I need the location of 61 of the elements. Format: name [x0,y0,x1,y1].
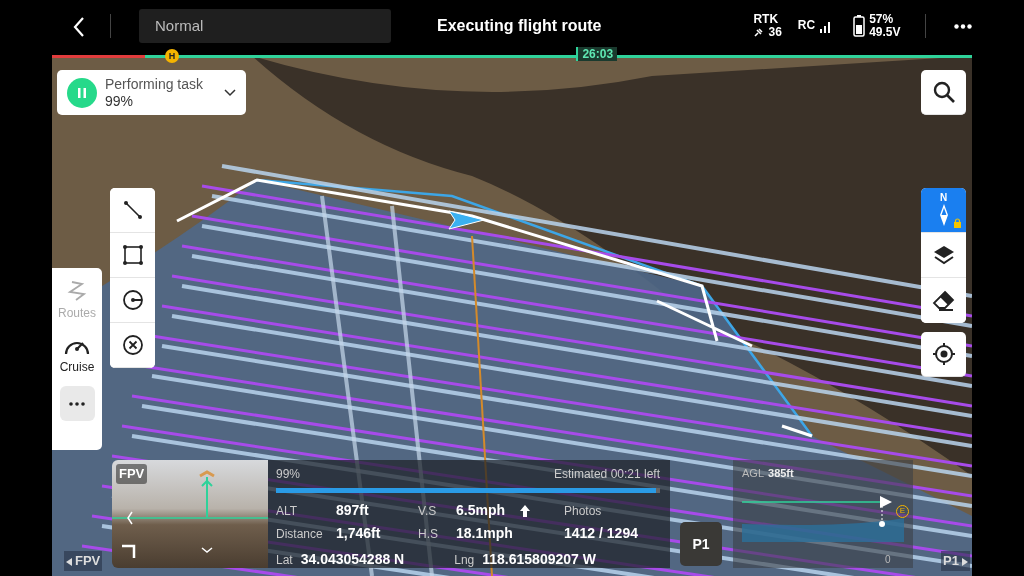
fpv-video-feed[interactable]: FPV [112,460,268,568]
circle-tool-icon[interactable] [120,288,145,312]
signal-icon [819,20,832,33]
more-icon[interactable] [953,24,972,30]
eraser-icon[interactable] [931,289,956,312]
locate-button[interactable] [921,332,966,377]
compass-needle-icon [938,203,949,227]
search-button[interactable] [921,70,966,115]
triangle-marker-icon [66,557,72,566]
up-arrow-icon [519,503,531,518]
stat-value: 18.1mph [456,524,513,543]
progress-percent: 99% [276,466,301,483]
battery-percent: 57% [869,12,895,26]
satellite-icon [753,27,765,39]
more-icon[interactable] [69,401,85,406]
locate-icon[interactable] [931,342,956,366]
toolbar-tab[interactable]: Cruise [59,334,95,376]
latitude-value: 34.043054288 N [300,550,405,569]
search-icon[interactable] [931,80,956,104]
triangle-marker-icon [962,557,968,566]
stat-label: H.S [418,525,439,543]
compass-north-label: N [939,193,948,203]
route-marker-label: P1 [941,551,970,571]
stat-label: Distance [276,525,324,543]
satellite-count: 36 [768,26,782,40]
stat-label: ALT [276,502,299,520]
task-title: Performing task [105,75,205,93]
stat-value: 1412 / 1294 [564,524,638,543]
agl-value: 385ft [768,466,794,481]
agl-label: AGL [742,466,764,481]
back-icon[interactable] [72,15,86,38]
axis-zero-label: 0 [885,553,891,567]
close-icon[interactable] [120,333,145,357]
home-marker: H [165,49,179,63]
stat-value: 1,746ft [336,524,381,543]
p1-button[interactable]: P1 [680,522,722,566]
route-marker-label: FPV [64,551,103,571]
lat-label: Lat [276,551,293,569]
chevron-down-icon[interactable] [224,88,236,97]
fpv-label: FPV [116,464,148,484]
task-percent: 99% [105,92,135,110]
battery-voltage: 49.5V [869,26,901,40]
mode-field[interactable]: Normal [139,9,391,43]
rc-label: RC [797,19,816,33]
rectangle-tool-icon[interactable] [120,243,145,267]
more-tools-button[interactable] [59,386,95,421]
lng-label: Lng [454,551,475,569]
task-status-card[interactable]: Performing task 99% [57,70,246,115]
screen-title: Executing flight route [437,16,602,36]
longitude-value: 118.615809207 W [482,550,596,569]
rtk-label: RTK [753,12,779,26]
stat-value: 6.5mph [456,501,505,520]
time-remaining: Estimated 00:21 left [553,466,660,483]
compass-button[interactable]: N [921,188,966,233]
drone-arrow-icon [447,209,485,231]
battery-icon [853,15,866,37]
timeline-time: 26:03 [576,47,618,61]
stat-label: Photos [564,502,602,520]
stat-label: V.S [418,502,438,520]
stat-value: 897ft [336,501,369,520]
lock-icon [953,218,962,228]
